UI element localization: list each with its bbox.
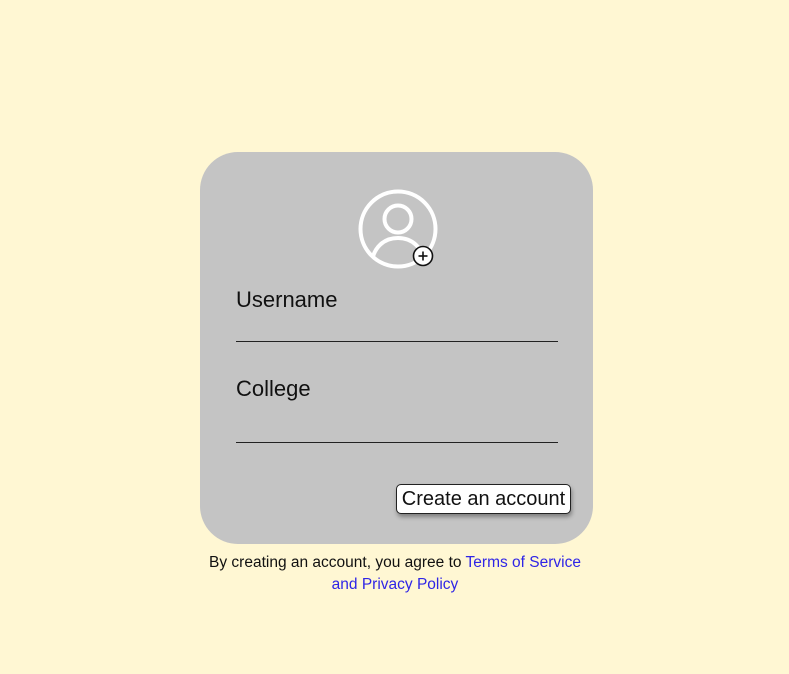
add-photo-button[interactable] [412,245,434,267]
signup-card: Username College Create an account [200,152,593,544]
college-input[interactable] [236,414,558,443]
username-input[interactable] [236,313,558,342]
username-label: Username [236,287,338,312]
add-circle-icon [412,245,434,267]
terms-prefix-text: By creating an account, you agree to [209,554,466,571]
terms-notice: By creating an account, you agree to Ter… [195,552,595,596]
college-label: College [236,376,311,401]
create-account-button[interactable]: Create an account [396,484,571,514]
